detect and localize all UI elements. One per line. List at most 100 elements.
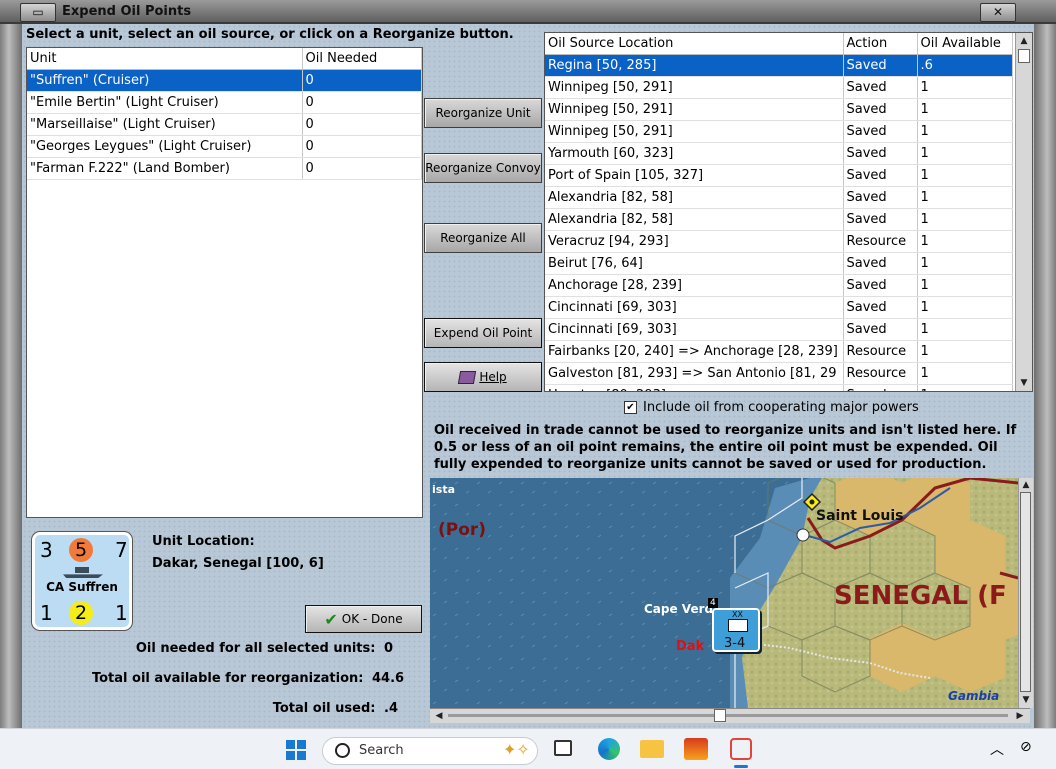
- unit-name-cell: "Emile Bertin" (Light Cruiser): [27, 91, 303, 114]
- scroll-down-icon[interactable]: ▼: [1017, 377, 1031, 389]
- source-action-cell: Saved: [843, 120, 918, 143]
- source-available-cell: 1: [917, 76, 1013, 99]
- oil-source-row[interactable]: Beirut [76, 64] Saved 1: [545, 252, 1013, 275]
- column-header-location[interactable]: Oil Source Location: [545, 33, 844, 55]
- reorganize-convoy-button[interactable]: Reorganize Convoy: [424, 153, 542, 183]
- unit-name-cell: "Farman F.222" (Land Bomber): [27, 157, 303, 180]
- source-action-cell: Saved: [843, 274, 918, 297]
- close-button[interactable]: ✕: [980, 3, 1016, 22]
- counter-unit-name: CA Suffren: [46, 580, 118, 594]
- ok-done-button[interactable]: ✔ OK - Done: [305, 605, 422, 633]
- unit-location-value: Dakar, Senegal [100, 6]: [152, 556, 324, 571]
- unit-name-cell: "Suffren" (Cruiser): [27, 69, 303, 92]
- oil-source-row[interactable]: Alexandria [82, 58] Saved 1: [545, 208, 1013, 231]
- oil-source-row[interactable]: Cincinnati [69, 303] Saved 1: [545, 296, 1013, 319]
- scroll-up-icon[interactable]: ▲: [1017, 35, 1031, 47]
- unit-name-cell: "Georges Leygues" (Light Cruiser): [27, 135, 303, 158]
- oil-source-row[interactable]: Regina [50, 285] Saved .6: [545, 54, 1013, 77]
- unit-row[interactable]: "Georges Leygues" (Light Cruiser) 0: [27, 135, 422, 158]
- oil-source-row[interactable]: Port of Spain [105, 327] Saved 1: [545, 164, 1013, 187]
- oil-source-row[interactable]: Anchorage [28, 239] Saved 1: [545, 274, 1013, 297]
- map-scroll-right-icon[interactable]: ▶: [1013, 710, 1027, 722]
- unit-row[interactable]: "Suffren" (Cruiser) 0: [27, 69, 422, 92]
- oil-needed-cell: 0: [302, 157, 422, 180]
- expend-oil-point-button[interactable]: Expend Oil Point: [424, 318, 542, 348]
- include-cooperating-checkbox-row[interactable]: ✔ Include oil from cooperating major pow…: [624, 400, 919, 415]
- source-available-cell: 1: [917, 98, 1013, 121]
- reorganize-unit-button[interactable]: Reorganize Unit: [424, 98, 542, 128]
- source-action-cell: Saved: [843, 164, 918, 187]
- source-available-cell: 1: [917, 296, 1013, 319]
- network-icon[interactable]: ⊘: [1020, 739, 1032, 755]
- source-action-cell: Saved: [843, 208, 918, 231]
- sources-scrollbar[interactable]: ▲ ▼: [1015, 33, 1032, 391]
- source-location-cell: Winnipeg [50, 291]: [545, 98, 844, 121]
- column-header-action[interactable]: Action: [843, 33, 918, 55]
- help-button[interactable]: Help: [424, 362, 542, 392]
- reorganize-all-button[interactable]: Reorganize All: [424, 223, 542, 253]
- game-app-icon[interactable]: [684, 738, 708, 760]
- map-label-senegal: SENEGAL (F: [834, 581, 1007, 611]
- source-location-cell: Alexandria [82, 58]: [545, 186, 844, 209]
- scroll-thumb[interactable]: [1018, 49, 1030, 63]
- map-label-portugal: (Por): [438, 520, 487, 540]
- source-location-cell: Regina [50, 285]: [545, 54, 844, 77]
- source-available-cell: 1: [917, 384, 1013, 391]
- oil-source-row[interactable]: Yarmouth [60, 323] Saved 1: [545, 142, 1013, 165]
- oil-source-row[interactable]: Winnipeg [50, 291] Saved 1: [545, 98, 1013, 121]
- map-scroll-left-icon[interactable]: ◀: [432, 710, 446, 722]
- checkbox-label: Include oil from cooperating major power…: [643, 400, 919, 415]
- oil-source-row[interactable]: Alexandria [82, 58] Saved 1: [545, 186, 1013, 209]
- oil-source-row[interactable]: Winnipeg [50, 291] Saved 1: [545, 120, 1013, 143]
- map-hscroll-thumb[interactable]: [714, 709, 726, 722]
- map-horizontal-scrollbar[interactable]: ◀ ▶: [430, 708, 1030, 723]
- source-action-cell: Saved: [843, 76, 918, 99]
- oil-source-row[interactable]: Fairbanks [20, 240] => Anchorage [28, 23…: [545, 340, 1013, 363]
- total-available-stat: Total oil available for reorganization: …: [91, 671, 405, 686]
- taskbar-search[interactable]: Search ✦✧: [322, 737, 538, 765]
- oil-source-row[interactable]: Houston [80, 293] Saved 1: [545, 384, 1013, 391]
- map-unit-stack[interactable]: 4 XX 3-4: [708, 598, 760, 652]
- window-titlebar: ▭ Expend Oil Points ✕: [0, 0, 1056, 24]
- edge-browser-icon[interactable]: [598, 738, 620, 760]
- oil-needed-cell: 0: [302, 91, 422, 114]
- unit-row[interactable]: "Marseillaise" (Light Cruiser) 0: [27, 113, 422, 136]
- unit-row[interactable]: "Emile Bertin" (Light Cruiser) 0: [27, 91, 422, 114]
- oil-needed-cell: 0: [302, 135, 422, 158]
- map-view[interactable]: ista (Por) Saint Louis SENEGAL (F Cape V…: [430, 478, 1018, 708]
- source-action-cell: Saved: [843, 142, 918, 165]
- oil-source-row[interactable]: Galveston [81, 293] => San Antonio [81, …: [545, 362, 1013, 385]
- source-action-cell: Resource: [843, 230, 918, 253]
- unit-row[interactable]: "Farman F.222" (Land Bomber) 0: [27, 157, 422, 180]
- column-header-oil-needed[interactable]: Oil Needed: [302, 48, 422, 70]
- source-action-cell: Saved: [843, 252, 918, 275]
- map-hscroll-track: [448, 714, 1008, 717]
- source-available-cell: 1: [917, 318, 1013, 341]
- file-explorer-icon[interactable]: [640, 740, 664, 758]
- stack-count-badge: 4: [708, 598, 718, 608]
- source-available-cell: 1: [917, 230, 1013, 253]
- checkbox[interactable]: ✔: [624, 401, 637, 414]
- column-header-oil-available[interactable]: Oil Available: [917, 33, 1013, 55]
- column-header-unit[interactable]: Unit: [27, 48, 303, 70]
- chevron-up-icon[interactable]: ︿: [990, 739, 1004, 759]
- window-menu-button[interactable]: ▭: [20, 3, 56, 22]
- source-action-cell: Saved: [843, 384, 918, 391]
- oil-source-row[interactable]: Winnipeg [50, 291] Saved 1: [545, 76, 1013, 99]
- port-anchor-icon: [796, 528, 810, 542]
- windows-start-icon[interactable]: [286, 740, 306, 760]
- oil-source-row[interactable]: Veracruz [94, 293] Resource 1: [545, 230, 1013, 253]
- snipping-tool-icon[interactable]: [730, 738, 752, 760]
- copilot-sparkle-icon: ✦✧: [503, 740, 530, 759]
- map-vscroll-thumb[interactable]: [1020, 492, 1031, 692]
- map-scroll-up-icon[interactable]: ▲: [1019, 479, 1033, 491]
- oil-source-row[interactable]: Cincinnati [69, 303] Saved 1: [545, 318, 1013, 341]
- task-view-icon[interactable]: [554, 740, 572, 756]
- search-placeholder: Search: [359, 743, 404, 758]
- source-available-cell: 1: [917, 252, 1013, 275]
- map-vertical-scrollbar[interactable]: ▲ ▼: [1018, 478, 1033, 708]
- map-scroll-down-icon[interactable]: ▼: [1019, 694, 1033, 706]
- source-available-cell: 1: [917, 164, 1013, 187]
- source-location-cell: Beirut [76, 64]: [545, 252, 844, 275]
- units-table-header: Unit Oil Needed: [27, 48, 422, 70]
